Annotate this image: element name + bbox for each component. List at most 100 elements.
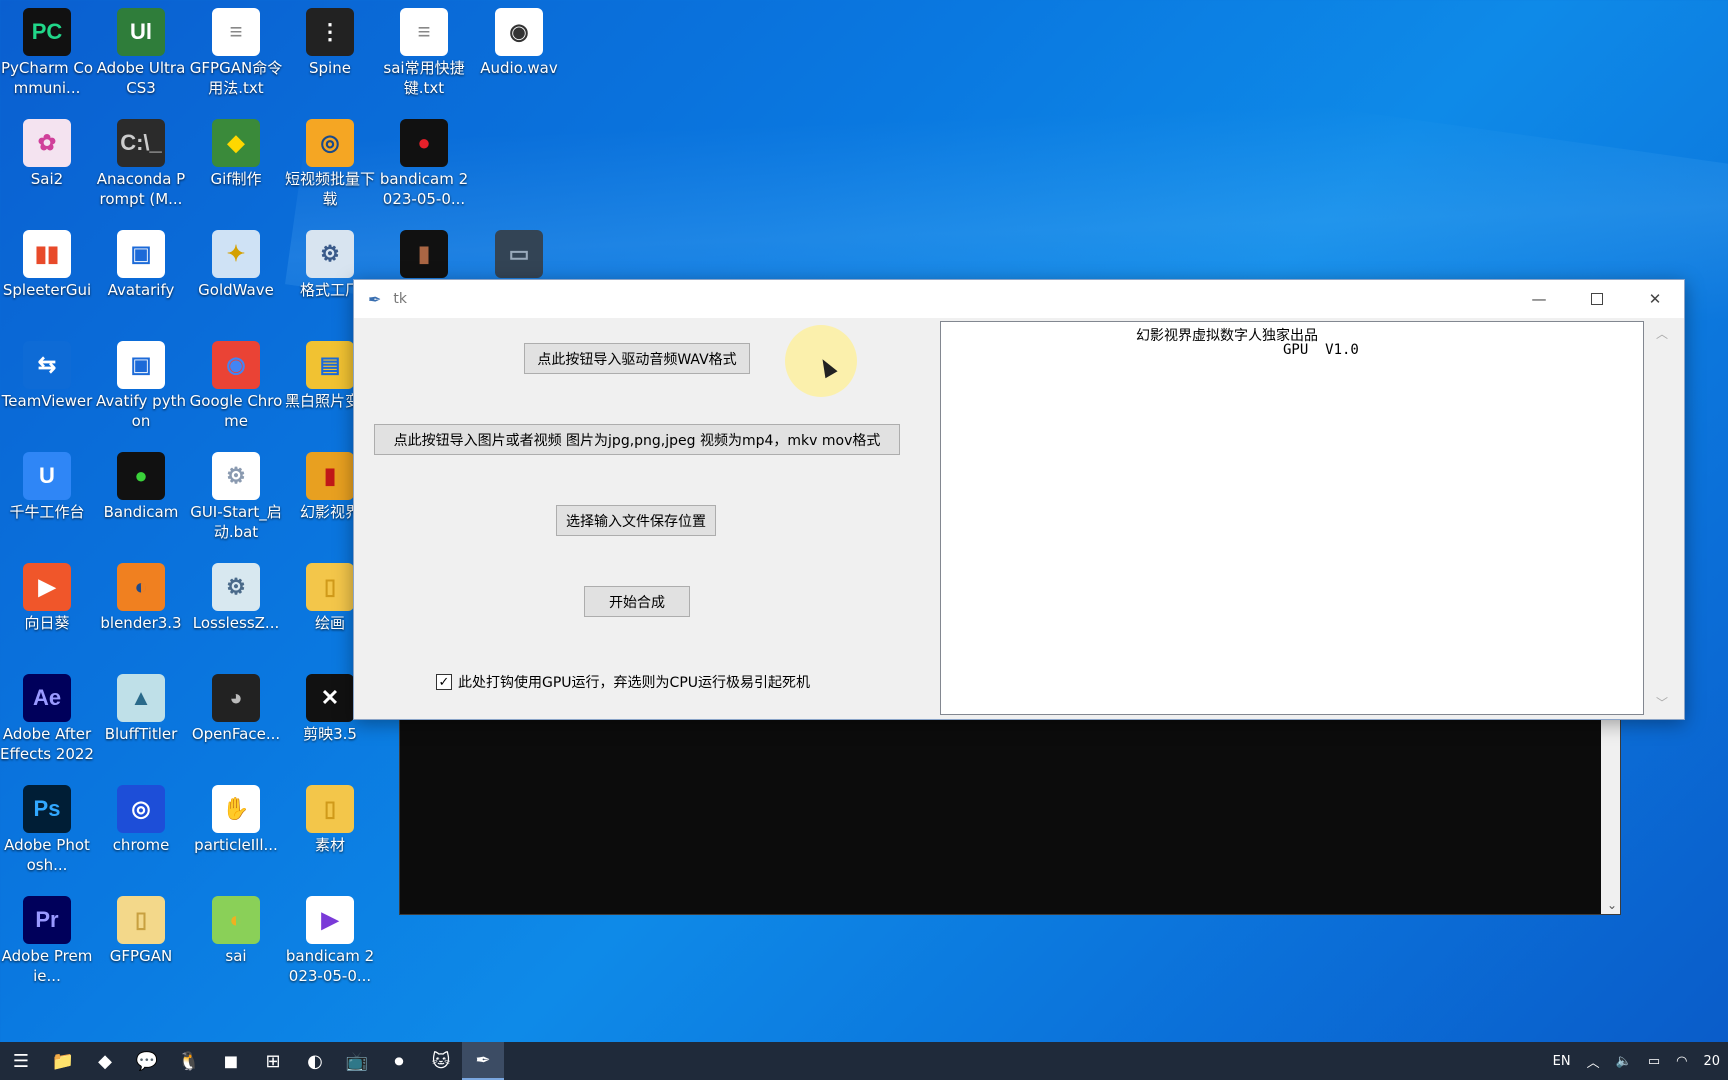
desktop-icon[interactable]: ▶ 向日葵 bbox=[0, 563, 94, 633]
desktop-icon[interactable]: ⋮ Spine bbox=[283, 8, 377, 78]
desktop-icon[interactable]: Pr Adobe Premie... bbox=[0, 896, 94, 986]
desktop-icon[interactable]: C:\_ Anaconda Prompt (M... bbox=[94, 119, 188, 209]
import-audio-button[interactable]: 点此按钮导入驱动音频WAV格式 bbox=[524, 343, 750, 374]
gpu-checkbox-label: 此处打钩使用GPU运行，弃选则为CPU运行极易引起死机 bbox=[458, 675, 811, 691]
app-icon: ✦ bbox=[212, 230, 260, 278]
text-scrollbar[interactable]: ︿ ﹀ bbox=[1644, 321, 1682, 715]
desktop-icon-label: 短视频批量下载 bbox=[284, 170, 375, 208]
app-icon: Ps bbox=[23, 785, 71, 833]
chevron-up-icon[interactable]: ︿ bbox=[1656, 325, 1668, 342]
chevron-down-icon[interactable]: ⌄ bbox=[1607, 898, 1617, 912]
gpu-checkbox-row[interactable]: ✓ 此处打钩使用GPU运行，弃选则为CPU运行极易引起死机 bbox=[436, 672, 810, 692]
wifi-icon[interactable]: ◠ bbox=[1676, 1054, 1687, 1069]
desktop-icon[interactable]: ◉ Audio.wav bbox=[472, 8, 566, 78]
import-media-button[interactable]: 点此按钮导入图片或者视频 图片为jpg,png,jpeg 视频为mp4，mkv … bbox=[374, 424, 900, 455]
app-icon: ▯ bbox=[306, 563, 354, 611]
desktop-icon[interactable]: ◐ sai bbox=[189, 896, 283, 966]
app-icon: ▮ bbox=[306, 452, 354, 500]
desktop-icon[interactable]: ⇆ TeamViewer bbox=[0, 341, 94, 411]
desktop-icon[interactable]: Ae Adobe After Effects 2022 bbox=[0, 674, 94, 764]
desktop-icon-label: PyCharm Communi... bbox=[0, 59, 94, 97]
desktop-icon[interactable]: ▲ BluffTitler bbox=[94, 674, 188, 744]
close-button[interactable]: ✕ bbox=[1626, 280, 1684, 318]
desktop-icon[interactable]: ▶ bandicam 2023-05-0... bbox=[283, 896, 377, 986]
desktop-icon-label: 剪映3.5 bbox=[303, 725, 357, 743]
start-synthesis-button[interactable]: 开始合成 bbox=[584, 586, 690, 617]
chevron-up-icon[interactable]: ︿ bbox=[1587, 1052, 1600, 1071]
taskbar-app-icon[interactable]: ◐ bbox=[294, 1042, 336, 1080]
minimize-button[interactable]: — bbox=[1510, 280, 1568, 318]
desktop-icon[interactable]: U 千牛工作台 bbox=[0, 452, 94, 522]
taskbar-app-icon[interactable]: 🐱 bbox=[420, 1042, 462, 1080]
taskbar-app-icon[interactable]: 🐧 bbox=[168, 1042, 210, 1080]
app-icon: ▭ bbox=[495, 230, 543, 278]
desktop-icon[interactable]: ✦ GoldWave bbox=[189, 230, 283, 300]
desktop-icon[interactable]: ● bandicam 2023-05-0... bbox=[377, 119, 471, 209]
app-icon: ⚙ bbox=[306, 230, 354, 278]
title-bar[interactable]: ✒ tk — ✕ bbox=[354, 280, 1684, 318]
desktop-icon-label: 向日葵 bbox=[24, 614, 70, 632]
desktop-icon[interactable]: ◐ blender3.3 bbox=[94, 563, 188, 633]
app-icon: ▤ bbox=[306, 341, 354, 389]
maximize-icon bbox=[1591, 293, 1603, 305]
app-icon: ▣ bbox=[117, 230, 165, 278]
desktop-icon[interactable]: ◉ Google Chrome bbox=[189, 341, 283, 431]
text-line-version: GPU V1.0 bbox=[1283, 342, 1359, 358]
taskbar-items: ☰ 📁 ◆ 💬 🐧 ◼ ⊞ ◐ 📺 ⏺ 🐱 ✒ bbox=[0, 1042, 504, 1080]
close-icon: ✕ bbox=[1648, 290, 1662, 308]
taskbar-app-icon[interactable]: 💬 bbox=[126, 1042, 168, 1080]
taskbar-app-icon[interactable]: ⊞ bbox=[252, 1042, 294, 1080]
system-tray: EN ︿ 🔈 ▭ ◠ 20 bbox=[1545, 1042, 1728, 1080]
desktop-icon[interactable]: ▯ 素材 bbox=[283, 785, 377, 855]
desktop-icon[interactable]: ≡ sai常用快捷键.txt bbox=[377, 8, 471, 98]
desktop-icon[interactable]: ⚙ LosslessZ... bbox=[189, 563, 283, 633]
battery-icon[interactable]: ▭ bbox=[1648, 1054, 1660, 1069]
clock[interactable]: 20 bbox=[1703, 1054, 1720, 1069]
desktop-icon[interactable]: PC PyCharm Communi... bbox=[0, 8, 94, 98]
desktop-icon[interactable]: ⚙ GUI-Start_启动.bat bbox=[189, 452, 283, 542]
desktop-icon-label: bandicam 2023-05-0... bbox=[285, 947, 375, 985]
desktop-icon[interactable]: ◆ Gif制作 bbox=[189, 119, 283, 189]
desktop-icon[interactable]: ◎ 短视频批量下载 bbox=[283, 119, 377, 209]
desktop-icon[interactable]: ✿ Sai2 bbox=[0, 119, 94, 189]
app-icon: Ae bbox=[23, 674, 71, 722]
desktop-icon[interactable]: Ps Adobe Photosh... bbox=[0, 785, 94, 875]
app-icon: ▯ bbox=[117, 896, 165, 944]
desktop-icon[interactable]: Ul Adobe Ultra CS3 bbox=[94, 8, 188, 98]
desktop-icon[interactable]: ▭ bbox=[472, 230, 566, 280]
taskbar-app-icon[interactable]: ⏺ bbox=[378, 1042, 420, 1080]
desktop-icon-label: Anaconda Prompt (M... bbox=[96, 170, 186, 208]
desktop-icon[interactable]: ▣ Avatarify bbox=[94, 230, 188, 300]
desktop-icon-label: bandicam 2023-05-0... bbox=[379, 170, 469, 208]
desktop-icon-label: GFPGAN bbox=[109, 947, 173, 965]
volume-icon[interactable]: 🔈 bbox=[1616, 1054, 1632, 1069]
language-indicator[interactable]: EN bbox=[1553, 1054, 1571, 1069]
app-icon: ▣ bbox=[117, 341, 165, 389]
desktop-icon[interactable]: ◎ chrome bbox=[94, 785, 188, 855]
desktop-icon[interactable]: ✋ particleIll... bbox=[189, 785, 283, 855]
desktop-icon[interactable]: ● Bandicam bbox=[94, 452, 188, 522]
desktop-icon[interactable]: ▯ GFPGAN bbox=[94, 896, 188, 966]
taskbar-app-icon[interactable]: ✒ bbox=[462, 1042, 504, 1080]
desktop-icon-label: Spine bbox=[309, 59, 351, 77]
app-icon: Ul bbox=[117, 8, 165, 56]
desktop-icon[interactable]: ▮ bbox=[377, 230, 471, 280]
chevron-down-icon[interactable]: ﹀ bbox=[1656, 694, 1668, 711]
taskbar-app-icon[interactable]: ◼ bbox=[210, 1042, 252, 1080]
gpu-checkbox[interactable]: ✓ bbox=[436, 674, 452, 690]
desktop-icon[interactable]: ≡ GFPGAN命令用法.txt bbox=[189, 8, 283, 98]
desktop-icon[interactable]: ▮▮ SpleeterGui bbox=[0, 230, 94, 300]
taskbar-app-icon[interactable]: 📺 bbox=[336, 1042, 378, 1080]
taskbar-app-icon[interactable]: 📁 bbox=[42, 1042, 84, 1080]
feather-icon: ✒ bbox=[368, 289, 382, 309]
choose-save-location-button[interactable]: 选择输入文件保存位置 bbox=[556, 505, 716, 536]
desktop-icon-label: GUI-Start_启动.bat bbox=[190, 503, 282, 541]
tk-window[interactable]: ✒ tk — ✕ 点此按钮导入驱动音频WAV格式 点此按钮导入图片或者视频 图片… bbox=[353, 279, 1685, 720]
maximize-button[interactable] bbox=[1568, 280, 1626, 318]
taskbar-app-icon[interactable]: ☰ bbox=[0, 1042, 42, 1080]
taskbar-app-icon[interactable]: ◆ bbox=[84, 1042, 126, 1080]
desktop-icon-label: BluffTitler bbox=[104, 725, 178, 743]
desktop-icon[interactable]: ▣ Avatify python bbox=[94, 341, 188, 431]
output-text-area[interactable]: 幻影视界虚拟数字人独家出品 GPU V1.0 bbox=[940, 321, 1644, 715]
desktop-icon[interactable]: ◕ OpenFace... bbox=[189, 674, 283, 744]
